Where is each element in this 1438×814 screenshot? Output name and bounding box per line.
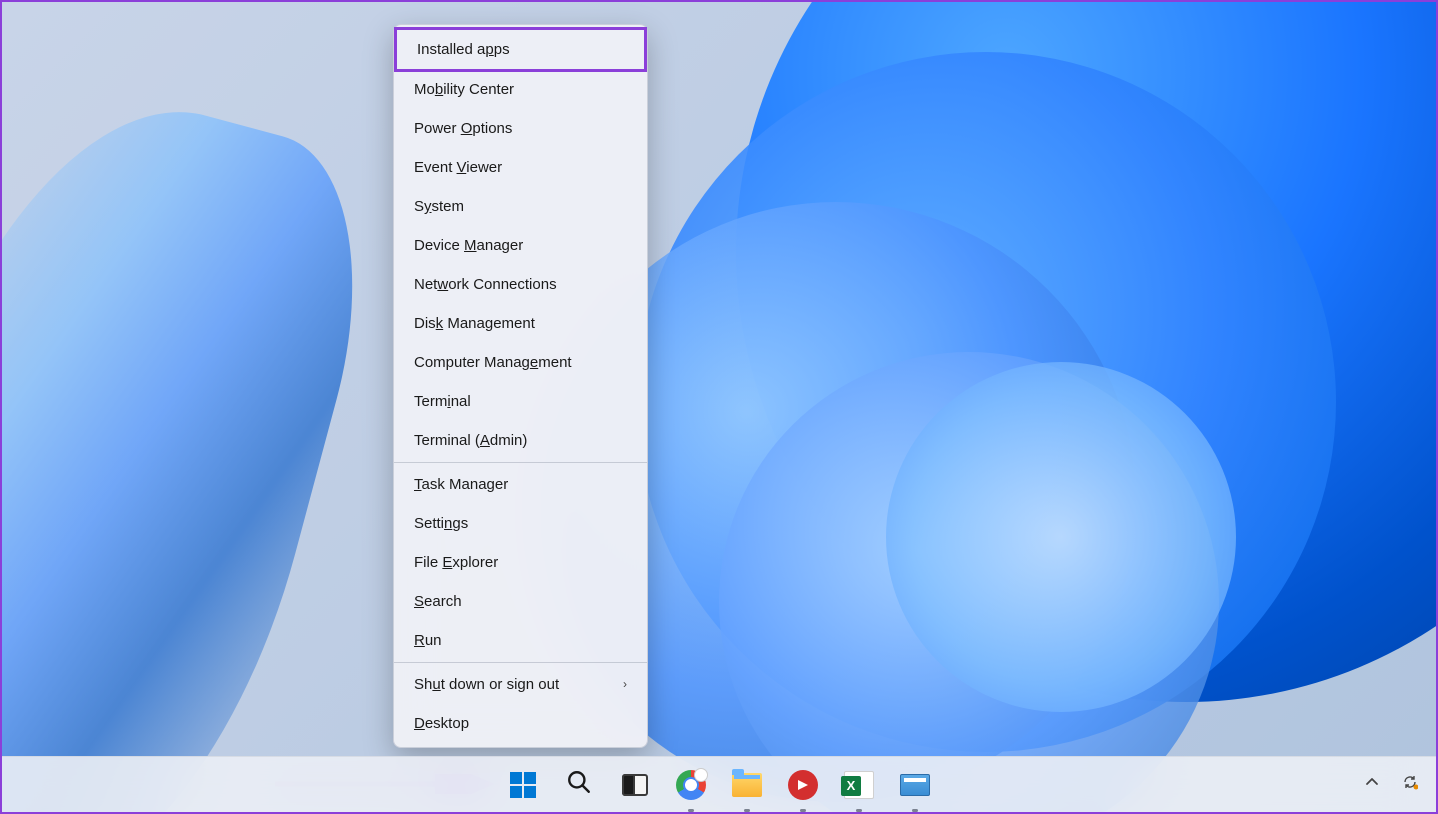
menu-item-desktop[interactable]: Desktop bbox=[394, 704, 647, 743]
search-icon bbox=[566, 769, 592, 800]
red-circle-icon bbox=[788, 770, 818, 800]
chevron-right-icon: › bbox=[623, 676, 627, 693]
menu-item-label: Device Manager bbox=[414, 235, 523, 256]
active-indicator bbox=[856, 809, 862, 812]
menu-item-label: Computer Management bbox=[414, 352, 572, 373]
menu-item-terminal[interactable]: Terminal bbox=[394, 382, 647, 421]
menu-item-task-manager[interactable]: Task Manager bbox=[394, 465, 647, 504]
menu-item-label: Run bbox=[414, 630, 442, 651]
run-icon bbox=[900, 774, 930, 796]
refresh-icon bbox=[1402, 774, 1418, 795]
taskbar-file-explorer-button[interactable] bbox=[726, 764, 768, 806]
menu-item-run[interactable]: Run bbox=[394, 621, 647, 660]
menu-item-label: Search bbox=[414, 591, 462, 612]
windows-logo bbox=[510, 772, 536, 798]
tray-updates-button[interactable] bbox=[1396, 771, 1424, 799]
taskbar-task-view-button[interactable] bbox=[614, 764, 656, 806]
desktop-wallpaper bbox=[2, 2, 1436, 812]
chrome-icon bbox=[676, 770, 706, 800]
chevron-up-icon bbox=[1365, 775, 1379, 794]
menu-item-label: Settings bbox=[414, 513, 468, 534]
menu-item-label: Mobility Center bbox=[414, 79, 514, 100]
active-indicator bbox=[800, 809, 806, 812]
menu-item-label: Terminal bbox=[414, 391, 471, 412]
menu-item-file-explorer[interactable]: File Explorer bbox=[394, 543, 647, 582]
active-indicator bbox=[912, 809, 918, 812]
active-indicator bbox=[688, 809, 694, 812]
winx-context-menu: Installed apps Mobility Center Power Optio… bbox=[393, 24, 648, 748]
menu-item-device-manager[interactable]: Device Manager bbox=[394, 226, 647, 265]
taskbar-search-button[interactable] bbox=[558, 764, 600, 806]
taskbar-run-dialog-button[interactable] bbox=[894, 764, 936, 806]
menu-item-shut-down[interactable]: Shut down or sign out › bbox=[394, 665, 647, 704]
folder-icon bbox=[732, 773, 762, 797]
taskview-icon bbox=[622, 774, 648, 796]
menu-item-terminal-admin[interactable]: Terminal (Admin) bbox=[394, 421, 647, 460]
menu-item-label: Shut down or sign out bbox=[414, 674, 559, 695]
menu-item-system[interactable]: System bbox=[394, 187, 647, 226]
taskbar-chrome-button[interactable] bbox=[670, 764, 712, 806]
menu-item-computer-management[interactable]: Computer Management bbox=[394, 343, 647, 382]
taskbar-app-red-button[interactable] bbox=[782, 764, 824, 806]
menu-item-search[interactable]: Search bbox=[394, 582, 647, 621]
taskbar-excel-button[interactable] bbox=[838, 764, 880, 806]
menu-item-settings[interactable]: Settings bbox=[394, 504, 647, 543]
tray-show-hidden-button[interactable] bbox=[1358, 771, 1386, 799]
taskbar bbox=[2, 756, 1436, 812]
menu-item-label: Network Connections bbox=[414, 274, 557, 295]
menu-item-installed-apps[interactable]: Installed apps bbox=[394, 27, 647, 72]
menu-item-mobility-center[interactable]: Mobility Center bbox=[394, 70, 647, 109]
menu-item-label: Desktop bbox=[414, 713, 469, 734]
active-indicator bbox=[744, 809, 750, 812]
excel-icon bbox=[844, 771, 874, 799]
menu-divider bbox=[394, 462, 647, 463]
taskbar-center bbox=[502, 764, 936, 806]
menu-item-disk-management[interactable]: Disk Management bbox=[394, 304, 647, 343]
menu-item-label: File Explorer bbox=[414, 552, 498, 573]
menu-item-label: Installed apps bbox=[417, 39, 510, 60]
menu-item-power-options[interactable]: Power Options bbox=[394, 109, 647, 148]
menu-item-label: System bbox=[414, 196, 464, 217]
taskbar-start-button[interactable] bbox=[502, 764, 544, 806]
menu-item-label: Power Options bbox=[414, 118, 512, 139]
system-tray bbox=[1358, 771, 1424, 799]
menu-item-event-viewer[interactable]: Event Viewer bbox=[394, 148, 647, 187]
menu-item-label: Disk Management bbox=[414, 313, 535, 334]
menu-item-label: Task Manager bbox=[414, 474, 508, 495]
menu-item-label: Event Viewer bbox=[414, 157, 502, 178]
menu-divider bbox=[394, 662, 647, 663]
menu-item-network-connections[interactable]: Network Connections bbox=[394, 265, 647, 304]
menu-item-label: Terminal (Admin) bbox=[414, 430, 527, 451]
